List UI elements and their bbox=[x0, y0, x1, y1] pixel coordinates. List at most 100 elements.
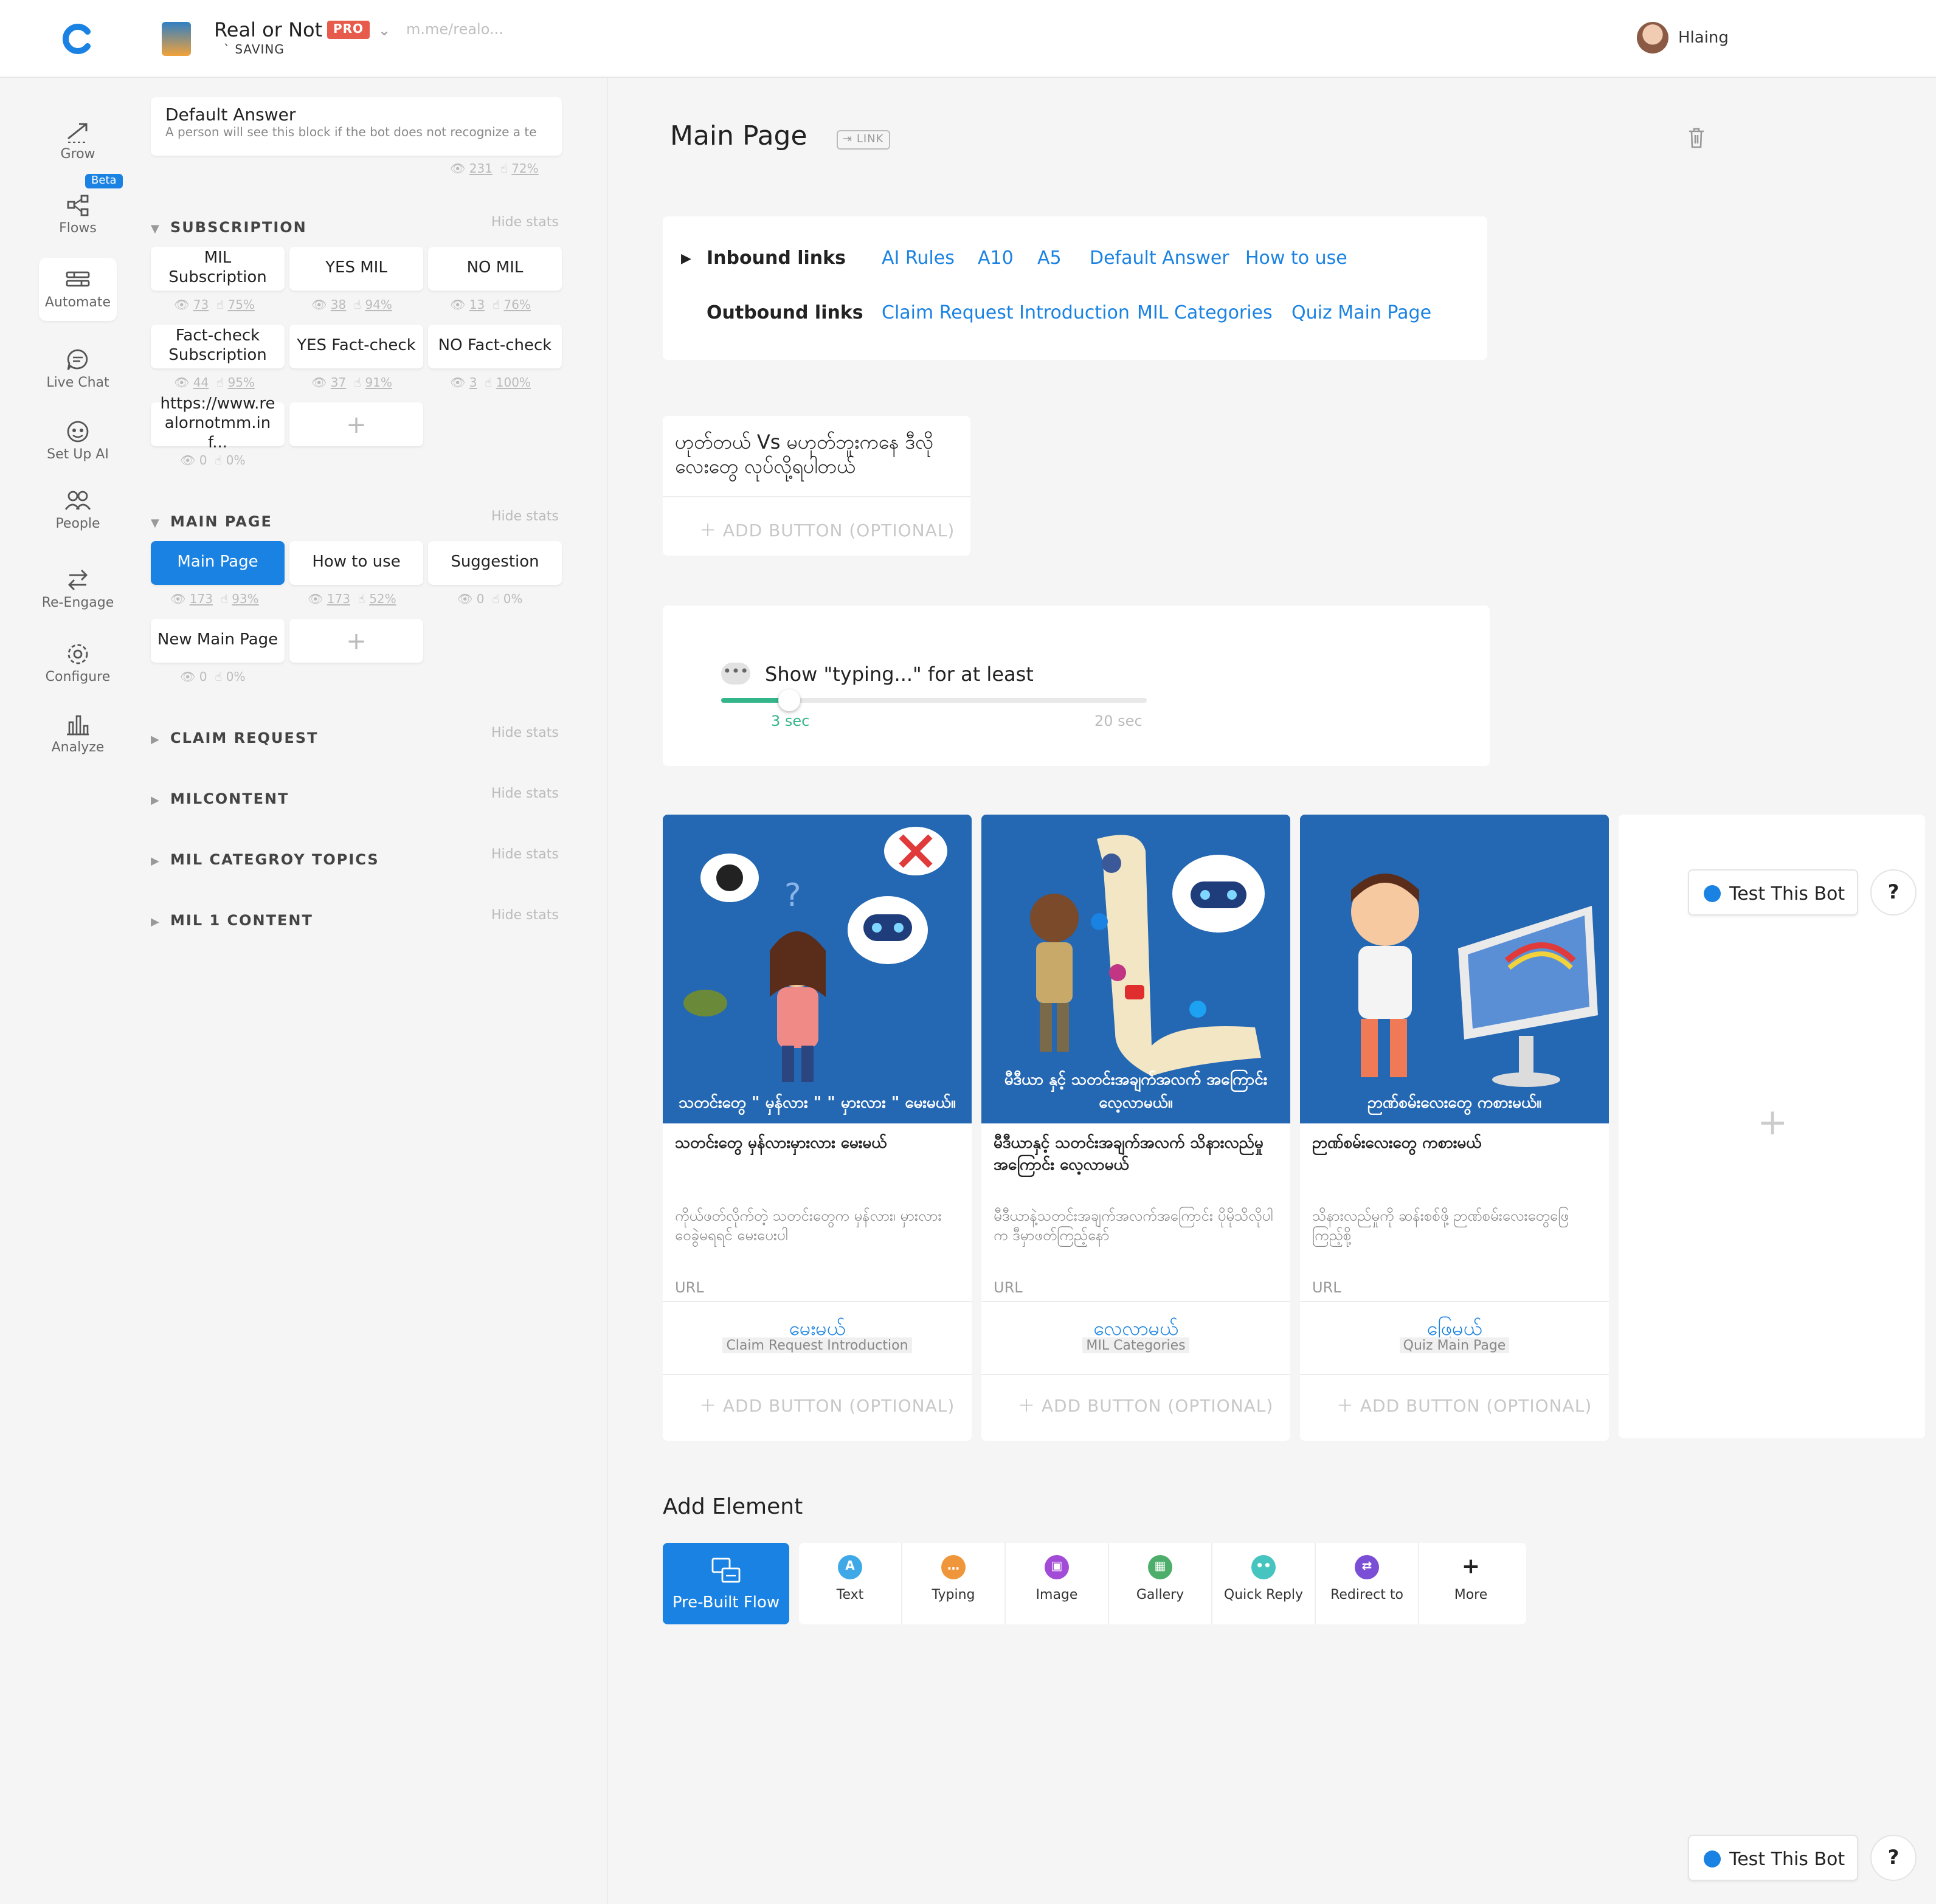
more-elements-button[interactable]: + More bbox=[1419, 1543, 1523, 1624]
gallery-url[interactable]: URL bbox=[994, 1279, 1023, 1296]
hide-stats-link[interactable]: Hide stats bbox=[491, 508, 559, 524]
test-this-bot-button[interactable]: Test This Bot bbox=[1688, 1835, 1858, 1881]
triangle-right-icon[interactable]: ▶ bbox=[681, 250, 691, 266]
clicks-rate: 0% bbox=[226, 455, 246, 468]
add-button-optional[interactable]: ＋ ADD BUTTON (OPTIONAL) bbox=[1336, 1393, 1592, 1418]
nav-flows[interactable]: Flows bbox=[39, 184, 117, 247]
test-this-bot-button[interactable]: Test This Bot bbox=[1688, 869, 1858, 916]
inbound-link[interactable]: A5 bbox=[1037, 247, 1062, 269]
messenger-icon bbox=[1704, 1851, 1721, 1868]
link-badge[interactable]: ⇥ LINK bbox=[837, 130, 890, 150]
nav-grow[interactable]: Grow bbox=[39, 109, 117, 173]
add-button-optional[interactable]: ＋ ADD BUTTON (OPTIONAL) bbox=[699, 1393, 955, 1418]
block-mil-subscription[interactable]: MIL Subscription bbox=[151, 247, 285, 291]
nav-live-chat[interactable]: Live Chat bbox=[39, 338, 117, 401]
block-label: https://www.realornotmm.inf... bbox=[160, 395, 275, 452]
section-subscription[interactable]: ▼ SUBSCRIPTION bbox=[151, 219, 307, 236]
gallery-image[interactable]: ဉာဏ်စမ်းလေးတွေ ကစားမယ်။ bbox=[1300, 815, 1609, 1123]
add-gallery-element[interactable]: ▦ Gallery bbox=[1109, 1543, 1212, 1624]
gallery-card[interactable]: ? သတင်းတွေ " မှန်လား " " မှားလား " မေးမယ… bbox=[663, 815, 972, 1441]
typing-slider-handle[interactable] bbox=[778, 689, 800, 711]
hide-stats-link[interactable]: Hide stats bbox=[491, 785, 559, 801]
nav-re-engage[interactable]: Re-Engage bbox=[39, 558, 117, 621]
gallery-url[interactable]: URL bbox=[675, 1279, 704, 1296]
gallery-subtitle[interactable]: ကိုယ်ဖတ်လိုက်တဲ့ သတင်းတွေက မှန်လား၊ မှား… bbox=[675, 1206, 962, 1245]
divider bbox=[981, 1374, 1290, 1375]
outbound-link[interactable]: MIL Categories bbox=[1137, 302, 1273, 323]
add-block-button[interactable]: + bbox=[289, 619, 423, 663]
inbound-link[interactable]: How to use bbox=[1245, 247, 1347, 269]
add-button-optional[interactable]: ＋ ADD BUTTON (OPTIONAL) bbox=[1018, 1393, 1273, 1418]
section-title: CLAIM REQUEST bbox=[170, 730, 319, 747]
chevron-down-icon[interactable]: ⌄ bbox=[378, 22, 390, 39]
page-title[interactable]: Main Page bbox=[670, 122, 807, 152]
gallery-subtitle[interactable]: မီဒီယာနဲ့သတင်းအချက်အလက်အကြောင်း ပိုမိုသိ… bbox=[994, 1206, 1281, 1245]
block-no-fact-check[interactable]: NO Fact-check bbox=[428, 325, 562, 368]
section-mil-categroy-topics[interactable]: ▶ MIL CATEGROY TOPICS bbox=[151, 851, 379, 868]
block-url[interactable]: https://www.realornotmm.inf... bbox=[151, 395, 285, 452]
nav-configure[interactable]: Configure bbox=[39, 632, 117, 695]
bot-name[interactable]: Real or Not bbox=[214, 18, 322, 41]
help-button[interactable]: ? bbox=[1870, 1835, 1917, 1881]
nav-set-up-ai[interactable]: Set Up AI bbox=[39, 410, 117, 473]
divider bbox=[663, 1301, 972, 1302]
block-main-page[interactable]: Main Page bbox=[151, 541, 285, 585]
help-button[interactable]: ? bbox=[1870, 869, 1917, 916]
section-claim-request[interactable]: ▶ CLAIM REQUEST bbox=[151, 730, 318, 747]
gallery-title[interactable]: သတင်းတွေ မှန်လားမှားလား မေးမယ် bbox=[675, 1133, 962, 1155]
gallery-image[interactable]: မီဒီယာ နှင့် သတင်းအချက်အလက် အကြောင်း လေ့… bbox=[981, 815, 1290, 1123]
block-yes-mil[interactable]: YES MIL bbox=[289, 247, 423, 291]
bot-url[interactable]: m.me/realo... bbox=[406, 21, 503, 38]
section-mil-1-content[interactable]: ▶ MIL 1 CONTENT bbox=[151, 912, 313, 929]
add-button-optional[interactable]: ＋ ADD BUTTON (OPTIONAL) bbox=[699, 518, 955, 542]
add-redirect-element[interactable]: ⇄ Redirect to bbox=[1316, 1543, 1419, 1624]
hide-stats-link[interactable]: Hide stats bbox=[491, 725, 559, 740]
section-main-page[interactable]: ▼ MAIN PAGE bbox=[151, 513, 272, 530]
bot-avatar[interactable] bbox=[162, 22, 191, 56]
gallery-subtitle[interactable]: သိနားလည်မှုကို ဆန်းစစ်ဖို့ ဉာဏ်စမ်းလေးတွ… bbox=[1312, 1206, 1599, 1245]
inbound-link[interactable]: Default Answer bbox=[1090, 247, 1229, 269]
test-bot-label: Test This Bot bbox=[1729, 883, 1845, 905]
chatfuel-logo[interactable] bbox=[61, 22, 95, 56]
block-suggestion[interactable]: Suggestion bbox=[428, 541, 562, 585]
nav-analyze[interactable]: Analyze bbox=[39, 703, 117, 766]
user-name[interactable]: Hlaing bbox=[1678, 29, 1729, 47]
hide-stats-link[interactable]: Hide stats bbox=[491, 907, 559, 923]
nav-people[interactable]: People bbox=[39, 479, 117, 542]
block-default-answer[interactable]: Default Answer A person will see this bl… bbox=[151, 97, 562, 156]
add-block-button[interactable]: + bbox=[289, 402, 423, 446]
inbound-link[interactable]: A10 bbox=[978, 247, 1014, 269]
add-quick-reply-element[interactable]: •• Quick Reply bbox=[1212, 1543, 1316, 1624]
gallery-title[interactable]: ဉာဏ်စမ်းလေးတွေ ကစားမယ် bbox=[1312, 1133, 1599, 1155]
outbound-link[interactable]: Claim Request Introduction bbox=[882, 302, 1130, 323]
block-new-main-page[interactable]: New Main Page bbox=[151, 619, 285, 663]
avatar[interactable] bbox=[1637, 22, 1668, 53]
gallery-url[interactable]: URL bbox=[1312, 1279, 1341, 1296]
text-card: ဟုတ်တယ် Vs မဟုတ်ဘူးကနေ ဒီလိုလေးတွေ လုပ်လ… bbox=[663, 416, 970, 556]
gallery-card[interactable]: ဉာဏ်စမ်းလေးတွေ ကစားမယ်။ ဉာဏ်စမ်းလေးတွေ က… bbox=[1300, 815, 1609, 1441]
hide-stats-link[interactable]: Hide stats bbox=[491, 214, 559, 230]
outbound-link[interactable]: Quiz Main Page bbox=[1291, 302, 1431, 323]
block-yes-fact-check[interactable]: YES Fact-check bbox=[289, 325, 423, 368]
add-text-element[interactable]: A Text bbox=[799, 1543, 902, 1624]
block-how-to-use[interactable]: How to use bbox=[289, 541, 423, 585]
triangle-right-icon: ▶ bbox=[151, 795, 161, 807]
trash-icon[interactable] bbox=[1688, 126, 1705, 148]
block-no-mil[interactable]: NO MIL bbox=[428, 247, 562, 291]
button-target-label: Claim Request Introduction bbox=[722, 1337, 912, 1353]
divider bbox=[663, 496, 970, 497]
block-fact-check-subscription[interactable]: Fact-check Subscription bbox=[151, 325, 285, 368]
inbound-link[interactable]: AI Rules bbox=[882, 247, 955, 269]
pre-built-flow-button[interactable]: Pre-Built Flow bbox=[663, 1543, 789, 1624]
gallery-title[interactable]: မီဒီယာနှင့် သတင်းအချက်အလက် သိနားလည်မှုအက… bbox=[994, 1133, 1281, 1177]
gallery-card[interactable]: မီဒီယာ နှင့် သတင်းအချက်အလက် အကြောင်း လေ့… bbox=[981, 815, 1290, 1441]
add-typing-element[interactable]: … Typing bbox=[902, 1543, 1006, 1624]
section-milcontent[interactable]: ▶ MILCONTENT bbox=[151, 790, 289, 807]
hide-stats-link[interactable]: Hide stats bbox=[491, 846, 559, 862]
ai-icon bbox=[67, 421, 89, 443]
add-image-element[interactable]: ▣ Image bbox=[1006, 1543, 1109, 1624]
gallery-image[interactable]: ? သတင်းတွေ " မှန်လား " " မှားလား " မေးမယ… bbox=[663, 815, 972, 1123]
text-message[interactable]: ဟုတ်တယ် Vs မဟုတ်ဘူးကနေ ဒီလိုလေးတွေ လုပ်လ… bbox=[675, 430, 955, 479]
block-stats: 👁 173 ☝ 93% bbox=[170, 593, 259, 607]
nav-automate[interactable]: Automate bbox=[39, 258, 117, 321]
